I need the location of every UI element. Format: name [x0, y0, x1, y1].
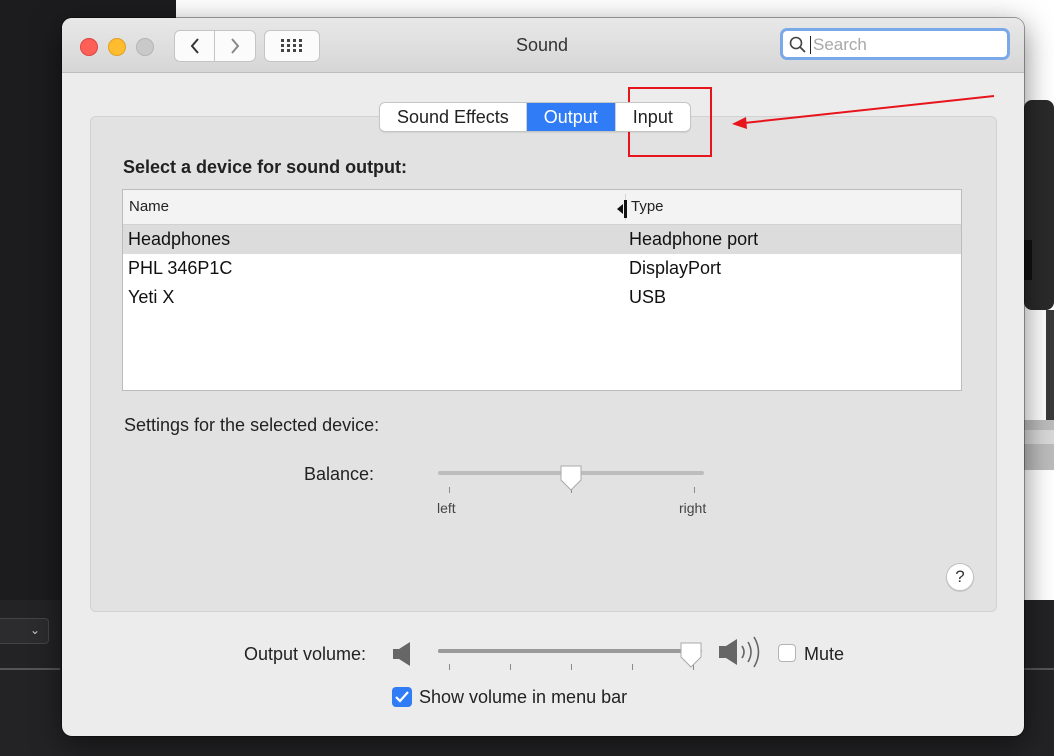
- volume-slider-thumb[interactable]: [679, 641, 703, 669]
- device-type: DisplayPort: [629, 258, 722, 278]
- background-ruler-right: [1024, 668, 1054, 670]
- column-header-type[interactable]: Type: [631, 198, 664, 215]
- volume-tick: [632, 664, 633, 670]
- section-title: Select a device for sound output:: [123, 157, 408, 177]
- device-name: Headphones: [128, 229, 231, 249]
- balance-label: Balance:: [304, 464, 375, 484]
- speaker-high-icon: [719, 636, 760, 668]
- sound-preferences-window: Sound Search Sound Effects Output Input …: [62, 18, 1024, 736]
- table-row[interactable]: Headphones Headphone port: [123, 225, 961, 254]
- volume-tick: [510, 664, 511, 670]
- chevron-down-icon: ⌄: [29, 623, 40, 637]
- mute-checkbox[interactable]: [778, 644, 796, 662]
- table-row[interactable]: Yeti X USB: [123, 283, 961, 312]
- title-bar: Sound Search: [62, 18, 1024, 73]
- tab-output[interactable]: Output: [526, 103, 616, 131]
- device-table[interactable]: Name Type Headphones Headphone port PHL …: [122, 189, 962, 391]
- background-ruler: [0, 668, 60, 670]
- help-button[interactable]: ?: [946, 563, 974, 591]
- minimize-button[interactable]: [108, 38, 126, 56]
- microphone-image: [1024, 100, 1054, 470]
- window-title: Sound: [515, 35, 569, 55]
- volume-tick: [449, 664, 450, 670]
- table-row[interactable]: PHL 346P1C DisplayPort: [123, 254, 961, 283]
- device-type: USB: [629, 287, 667, 307]
- balance-tick: [694, 487, 695, 493]
- search-field[interactable]: Search: [780, 28, 1010, 60]
- volume-slider-fill: [438, 649, 692, 653]
- grid-icon: [281, 39, 302, 52]
- mute-label: Mute: [804, 644, 845, 664]
- output-volume-label: Output volume:: [244, 644, 367, 664]
- back-button[interactable]: [175, 31, 215, 61]
- show-all-button[interactable]: [264, 30, 320, 62]
- search-icon: [789, 36, 806, 53]
- search-placeholder: Search: [813, 35, 867, 54]
- tab-input[interactable]: Input: [616, 103, 690, 131]
- forward-button[interactable]: [215, 31, 254, 61]
- text-cursor: [810, 36, 811, 54]
- table-header: Name Type: [123, 190, 961, 225]
- show-volume-label: Show volume in menu bar: [419, 687, 628, 707]
- volume-tick: [571, 664, 572, 670]
- tab-bar: Sound Effects Output Input: [379, 102, 691, 132]
- balance-right-label: right: [679, 500, 707, 516]
- device-name: PHL 346P1C: [128, 258, 233, 278]
- chevron-right-icon: [230, 38, 239, 54]
- device-type: Headphone port: [629, 229, 759, 249]
- checkmark-icon: [395, 691, 409, 703]
- speaker-low-icon: [393, 642, 410, 666]
- balance-tick: [449, 487, 450, 493]
- tab-sound-effects[interactable]: Sound Effects: [380, 103, 527, 131]
- background-dropdown[interactable]: ⌄: [0, 618, 49, 644]
- zoom-button[interactable]: [136, 38, 154, 56]
- device-name: Yeti X: [128, 287, 175, 307]
- chevron-left-icon: [190, 38, 199, 54]
- close-button[interactable]: [80, 38, 98, 56]
- show-volume-checkbox[interactable]: [392, 687, 412, 707]
- balance-slider-thumb[interactable]: [559, 464, 583, 492]
- column-header-name[interactable]: Name: [129, 198, 169, 215]
- navigation-buttons: [174, 30, 256, 62]
- balance-left-label: left: [437, 500, 456, 516]
- settings-label: Settings for the selected device:: [124, 415, 380, 435]
